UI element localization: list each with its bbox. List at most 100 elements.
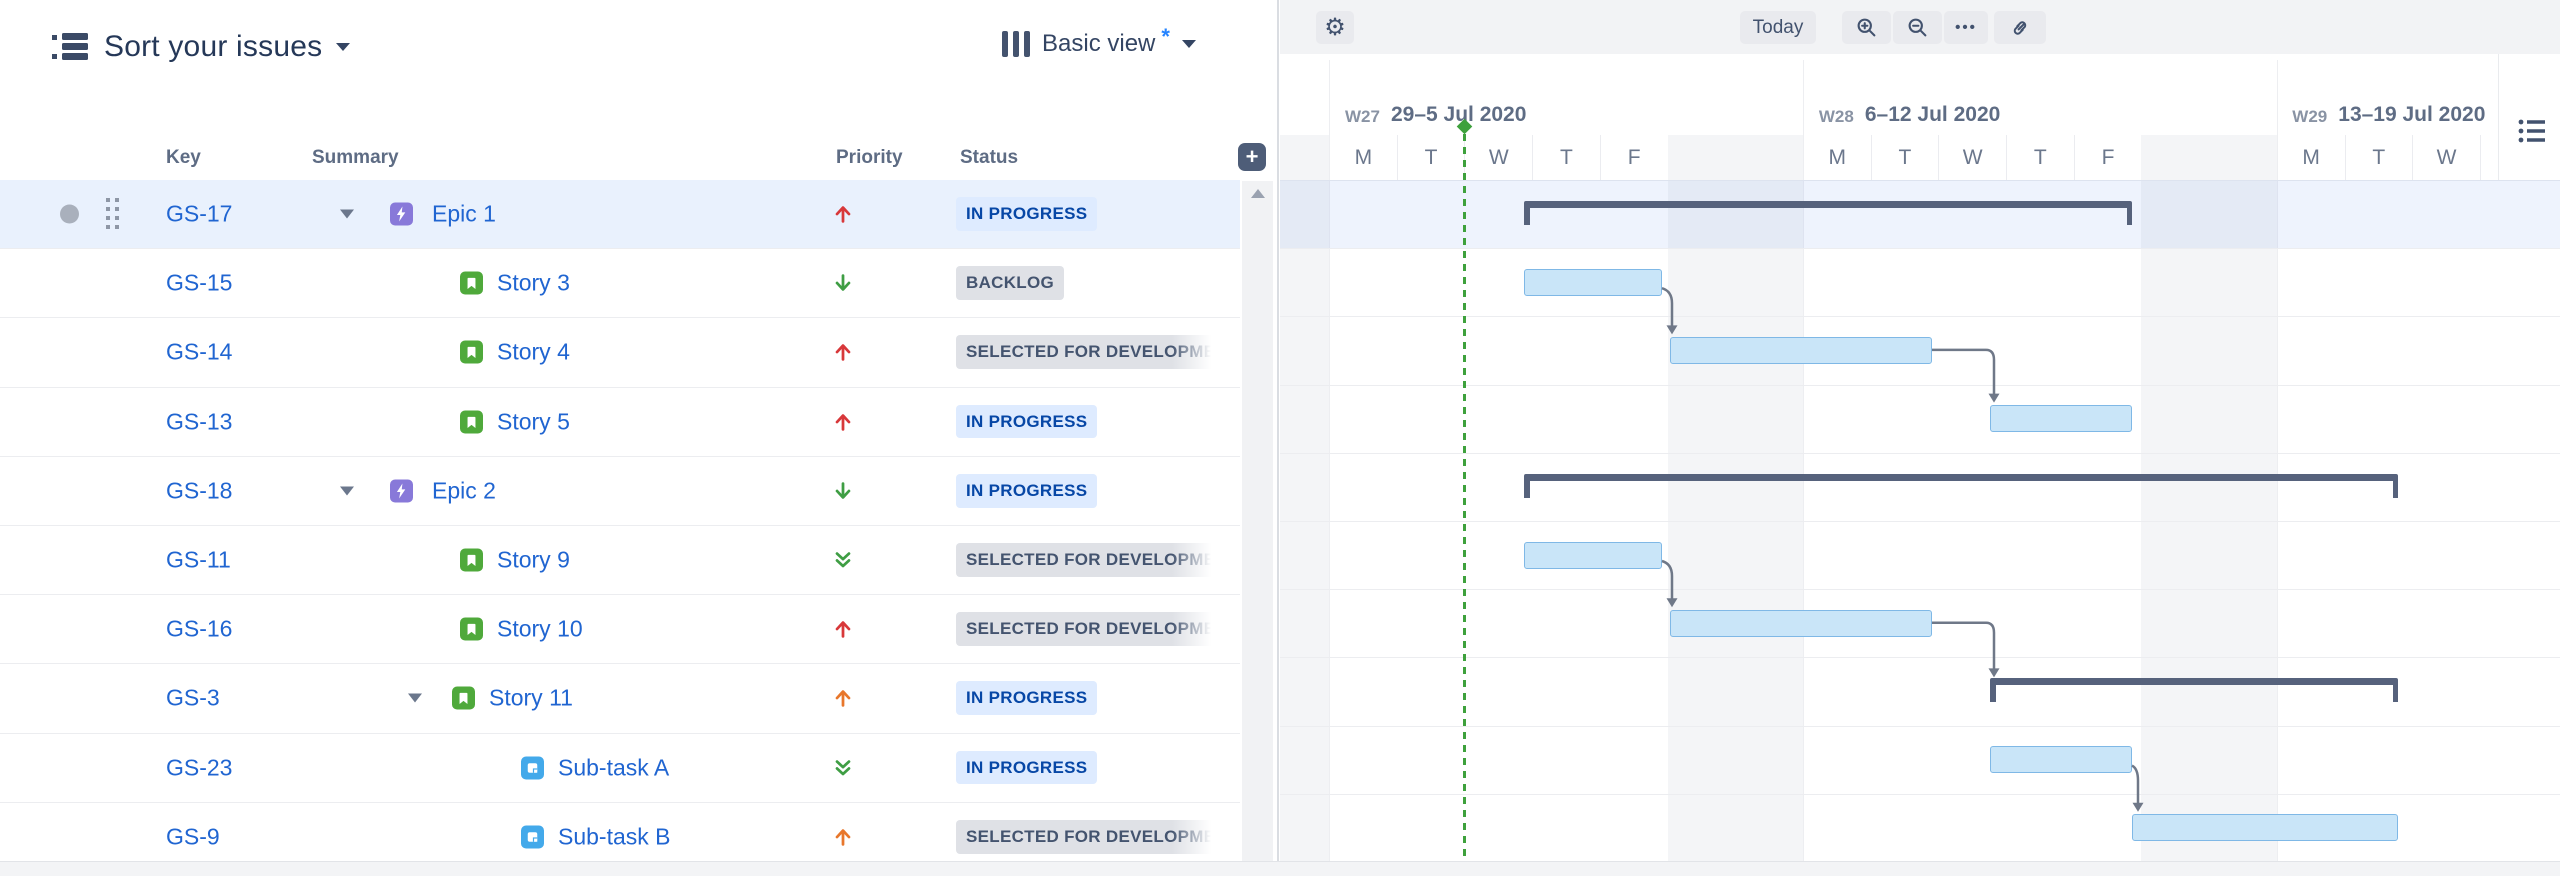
- status-badge: IN PROGRESS: [956, 751, 1097, 785]
- row-separator: [1280, 726, 2560, 727]
- row-separator: [1280, 453, 2560, 454]
- table-row[interactable]: GS-14 Story 4 SELECTED FOR DEVELOPMENT: [0, 318, 1240, 387]
- status-cell[interactable]: IN PROGRESS: [956, 474, 1218, 508]
- row-separator: [1280, 589, 2560, 590]
- issue-key-link[interactable]: GS-17: [166, 201, 232, 228]
- row-separator: [1280, 316, 2560, 317]
- issue-key-link[interactable]: GS-14: [166, 339, 232, 366]
- gantt-bar[interactable]: [1990, 746, 2132, 773]
- story-type-icon: [460, 272, 483, 295]
- list-bullets-icon[interactable]: [2515, 114, 2549, 148]
- issue-summary-link[interactable]: Story 4: [497, 339, 570, 366]
- roadmap-app: Sort your issues Basic view * Key Summar…: [0, 0, 2560, 875]
- row-selection-dot: [60, 205, 79, 224]
- status-cell[interactable]: BACKLOG: [956, 266, 1218, 300]
- issue-key-link[interactable]: GS-23: [166, 754, 232, 781]
- status-cell[interactable]: IN PROGRESS: [956, 197, 1218, 231]
- issue-key-link[interactable]: GS-16: [166, 616, 232, 643]
- table-row[interactable]: GS-13 Story 5 IN PROGRESS: [0, 388, 1240, 457]
- status-cell[interactable]: SELECTED FOR DEVELOPMENT: [956, 543, 1218, 577]
- add-column-button[interactable]: +: [1238, 143, 1266, 171]
- subtask-type-icon: [521, 756, 544, 779]
- today-marker-diamond: [1456, 119, 1472, 135]
- status-badge: IN PROGRESS: [956, 681, 1097, 715]
- row-separator: [1280, 385, 2560, 386]
- collapse-expander-icon[interactable]: [340, 486, 354, 495]
- status-cell[interactable]: SELECTED FOR DEVELOPMENT: [956, 612, 1218, 646]
- issue-summary-link[interactable]: Story 9: [497, 547, 570, 574]
- story-type-icon: [460, 618, 483, 641]
- issues-table-panel: Sort your issues Basic view * Key Summar…: [0, 0, 1240, 861]
- column-header-summary[interactable]: Summary: [312, 147, 399, 169]
- subtask-type-icon: [521, 825, 544, 848]
- table-row[interactable]: GS-15 Story 3 BACKLOG: [0, 249, 1240, 318]
- priority-high-icon: [832, 203, 854, 225]
- sort-hierarchy-icon: [50, 30, 90, 64]
- drag-handle-icon[interactable]: [106, 198, 119, 230]
- status-cell[interactable]: IN PROGRESS: [956, 405, 1218, 439]
- bottom-scroll-strip[interactable]: [0, 861, 2560, 876]
- status-cell[interactable]: SELECTED FOR DEVELOPMENT: [956, 335, 1218, 369]
- table-title-dropdown[interactable]: Sort your issues: [50, 18, 350, 76]
- scroll-up-arrow-icon[interactable]: [1251, 189, 1265, 198]
- status-cell[interactable]: IN PROGRESS: [956, 751, 1218, 785]
- row-separator: [1280, 521, 2560, 522]
- issue-summary-link[interactable]: Story 3: [497, 270, 570, 297]
- gantt-bar[interactable]: [1670, 610, 1932, 637]
- issue-key-link[interactable]: GS-18: [166, 477, 232, 504]
- issues-table-body: GS-17 Epic 1 IN PROGRESS GS-15 Story 3 BAC…: [0, 180, 1240, 872]
- gantt-bar[interactable]: [1524, 269, 1662, 296]
- gantt-epic-bracket[interactable]: [1524, 201, 2132, 225]
- panel-divider[interactable]: [1277, 0, 1279, 875]
- table-row[interactable]: GS-17 Epic 1 IN PROGRESS: [0, 180, 1240, 249]
- issue-key-link[interactable]: GS-9: [166, 823, 220, 850]
- column-header-status[interactable]: Status: [960, 147, 1018, 169]
- issue-summary-link[interactable]: Epic 2: [432, 477, 496, 504]
- table-row[interactable]: GS-11 Story 9 SELECTED FOR DEVELOPMENT: [0, 526, 1240, 595]
- page-title: Sort your issues: [104, 30, 322, 64]
- priority-high-icon: [832, 341, 854, 363]
- gantt-epic-bracket[interactable]: [1990, 678, 2398, 702]
- view-switcher-dropdown[interactable]: Basic view *: [1002, 30, 1196, 58]
- table-column-headers: Key Summary Priority Status +: [0, 135, 1240, 181]
- status-cell[interactable]: IN PROGRESS: [956, 681, 1218, 715]
- table-row[interactable]: GS-3 Story 11 IN PROGRESS: [0, 664, 1240, 733]
- issue-summary-link[interactable]: Sub-task A: [558, 754, 669, 781]
- collapse-expander-icon[interactable]: [408, 694, 422, 703]
- gantt-timeline-panel: ⚙ Today ••• W27: [1280, 0, 2560, 875]
- priority-lowest-icon: [832, 757, 854, 779]
- priority-low-icon: [832, 272, 854, 294]
- issue-key-link[interactable]: GS-13: [166, 408, 232, 435]
- issue-key-link[interactable]: GS-3: [166, 685, 220, 712]
- priority-high-icon: [832, 411, 854, 433]
- issue-summary-link[interactable]: Story 5: [497, 408, 570, 435]
- gantt-bar[interactable]: [2132, 814, 2398, 841]
- issue-key-link[interactable]: GS-15: [166, 270, 232, 297]
- story-type-icon: [460, 410, 483, 433]
- issue-summary-link[interactable]: Sub-task B: [558, 823, 671, 850]
- column-header-key[interactable]: Key: [166, 147, 201, 169]
- priority-high-icon: [832, 618, 854, 640]
- issue-key-link[interactable]: GS-11: [166, 547, 231, 574]
- status-badge: IN PROGRESS: [956, 405, 1097, 439]
- gantt-bar[interactable]: [1990, 405, 2132, 432]
- collapse-expander-icon[interactable]: [340, 210, 354, 219]
- dependency-connectors: [1280, 0, 2560, 875]
- table-scrollbar[interactable]: [1242, 181, 1273, 861]
- gantt-bar[interactable]: [1524, 542, 1662, 569]
- issue-summary-link[interactable]: Epic 1: [432, 201, 496, 228]
- status-truncation-fade: [1172, 820, 1218, 854]
- status-cell[interactable]: SELECTED FOR DEVELOPMENT: [956, 820, 1218, 854]
- column-header-priority[interactable]: Priority: [836, 147, 903, 169]
- table-row[interactable]: GS-16 Story 10 SELECTED FOR DEVELOPMENT: [0, 595, 1240, 664]
- issue-summary-link[interactable]: Story 11: [489, 685, 573, 712]
- issue-summary-link[interactable]: Story 10: [497, 616, 583, 643]
- timeline-header-gutter: [2498, 54, 2560, 180]
- story-type-icon: [460, 341, 483, 364]
- status-truncation-fade: [1172, 335, 1218, 369]
- table-row[interactable]: GS-23 Sub-task A IN PROGRESS: [0, 734, 1240, 803]
- table-row[interactable]: GS-18 Epic 2 IN PROGRESS: [0, 457, 1240, 526]
- gantt-epic-bracket[interactable]: [1524, 474, 2398, 498]
- gantt-bar[interactable]: [1670, 337, 1932, 364]
- epic-type-icon: [390, 203, 413, 226]
